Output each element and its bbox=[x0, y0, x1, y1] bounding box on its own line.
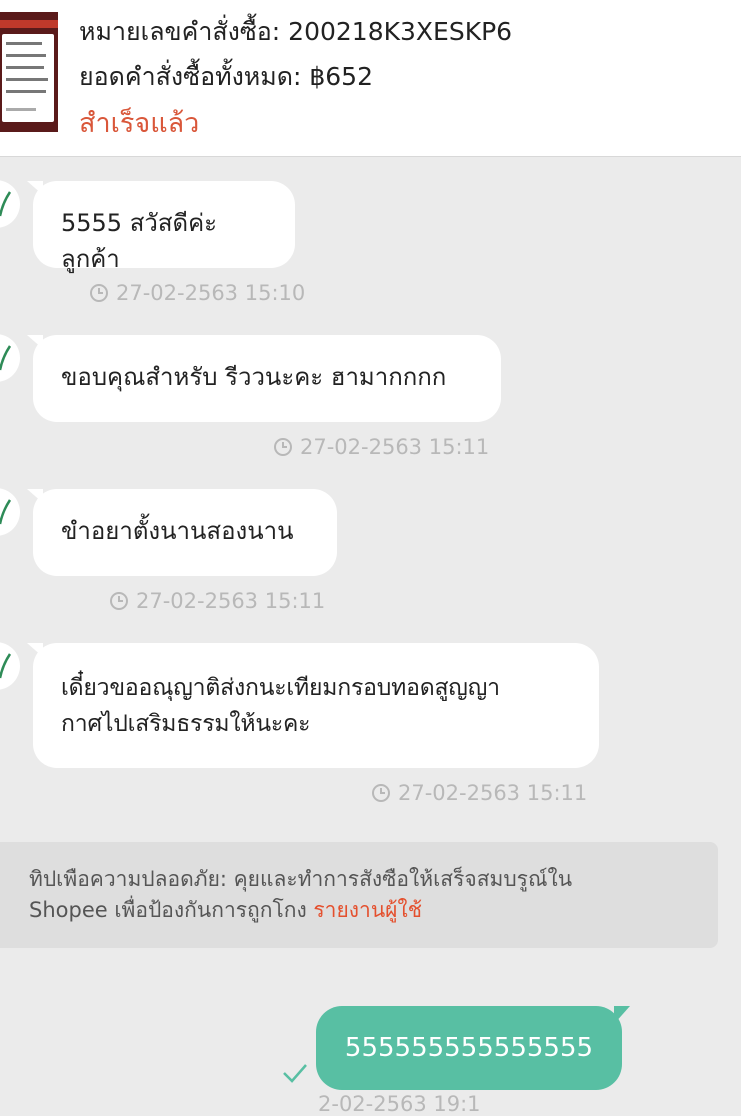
clock-icon bbox=[372, 784, 390, 802]
clock-icon bbox=[90, 284, 108, 302]
order-status: สำเร็จแล้ว bbox=[79, 108, 200, 139]
outgoing-timestamp: 2-02-2563 19:1 bbox=[318, 1092, 481, 1116]
message-bubble[interactable]: ขอบคุณสำหรับ รีววนะคะ ฮามากกกก bbox=[27, 335, 501, 422]
thumbnail-line bbox=[6, 78, 48, 81]
message-text-line: กาศไปเสริมธรรมให้นะคะ bbox=[61, 711, 311, 737]
seller-avatar[interactable] bbox=[0, 488, 20, 536]
leaf-icon bbox=[0, 191, 12, 217]
report-user-link[interactable]: รายงานผู้ใช้ bbox=[313, 898, 422, 922]
thumbnail-line bbox=[6, 42, 42, 45]
message-text: ขอบคุณสำหรับ รีววนะคะ ฮามากกกก bbox=[61, 363, 447, 391]
seller-avatar[interactable] bbox=[0, 180, 20, 228]
clock-icon bbox=[274, 438, 292, 456]
thumbnail-line bbox=[6, 108, 36, 111]
seller-avatar[interactable] bbox=[0, 642, 20, 690]
product-thumbnail[interactable] bbox=[0, 12, 58, 132]
message-timestamp: 27-02-2563 15:10 bbox=[89, 281, 305, 305]
order-total: ยอดคำสั่งซื้อทั้งหมด: ฿652 bbox=[79, 62, 373, 91]
safety-tip: ทิปเพือความปลอดภัย: คุยและทำการสังซือให้… bbox=[0, 842, 718, 948]
seller-avatar[interactable] bbox=[0, 334, 20, 382]
clock-icon bbox=[110, 592, 128, 610]
outgoing-message-text: 555555555555555 bbox=[344, 1033, 594, 1063]
message-timestamp: 27-02-2563 15:11 bbox=[109, 589, 325, 613]
thumbnail-line bbox=[6, 54, 46, 57]
thumbnail-title-strip bbox=[0, 20, 58, 28]
sent-check-icon bbox=[283, 1064, 307, 1083]
message-text-line: เดี๋ยวขออณุญาติส่งกนะเทียมกรอบทอดสูญญา bbox=[61, 675, 500, 701]
leaf-icon bbox=[0, 345, 12, 371]
message-text: ขำอยาตั้งนานสองนาน bbox=[61, 517, 294, 545]
message-timestamp: 27-02-2563 15:11 bbox=[273, 435, 489, 459]
message-bubble[interactable]: 5555 สวัสดีค่ะลูกค้า bbox=[27, 181, 295, 273]
thumbnail-line bbox=[6, 90, 46, 93]
safety-tip-text: ทิปเพือความปลอดภัย: คุยและทำการสังซือให้… bbox=[29, 867, 573, 922]
thumbnail-line bbox=[6, 66, 44, 69]
leaf-icon bbox=[0, 653, 12, 679]
outgoing-message-bubble[interactable]: 555555555555555 bbox=[316, 1006, 630, 1090]
leaf-icon bbox=[0, 499, 12, 525]
order-number: หมายเลขคำสั่งซื้อ: 200218K3XESKP6 bbox=[79, 17, 513, 46]
order-header[interactable]: หมายเลขคำสั่งซื้อ: 200218K3XESKP6 ยอดคำส… bbox=[0, 0, 741, 157]
thumbnail-card bbox=[2, 34, 54, 122]
message-bubble[interactable]: เดี๋ยวขออณุญาติส่งกนะเทียมกรอบทอดสูญญา ก… bbox=[27, 643, 599, 768]
message-text: 5555 สวัสดีค่ะลูกค้า bbox=[61, 209, 218, 273]
message-timestamp: 27-02-2563 15:11 bbox=[371, 781, 587, 805]
message-bubble[interactable]: ขำอยาตั้งนานสองนาน bbox=[27, 489, 337, 576]
